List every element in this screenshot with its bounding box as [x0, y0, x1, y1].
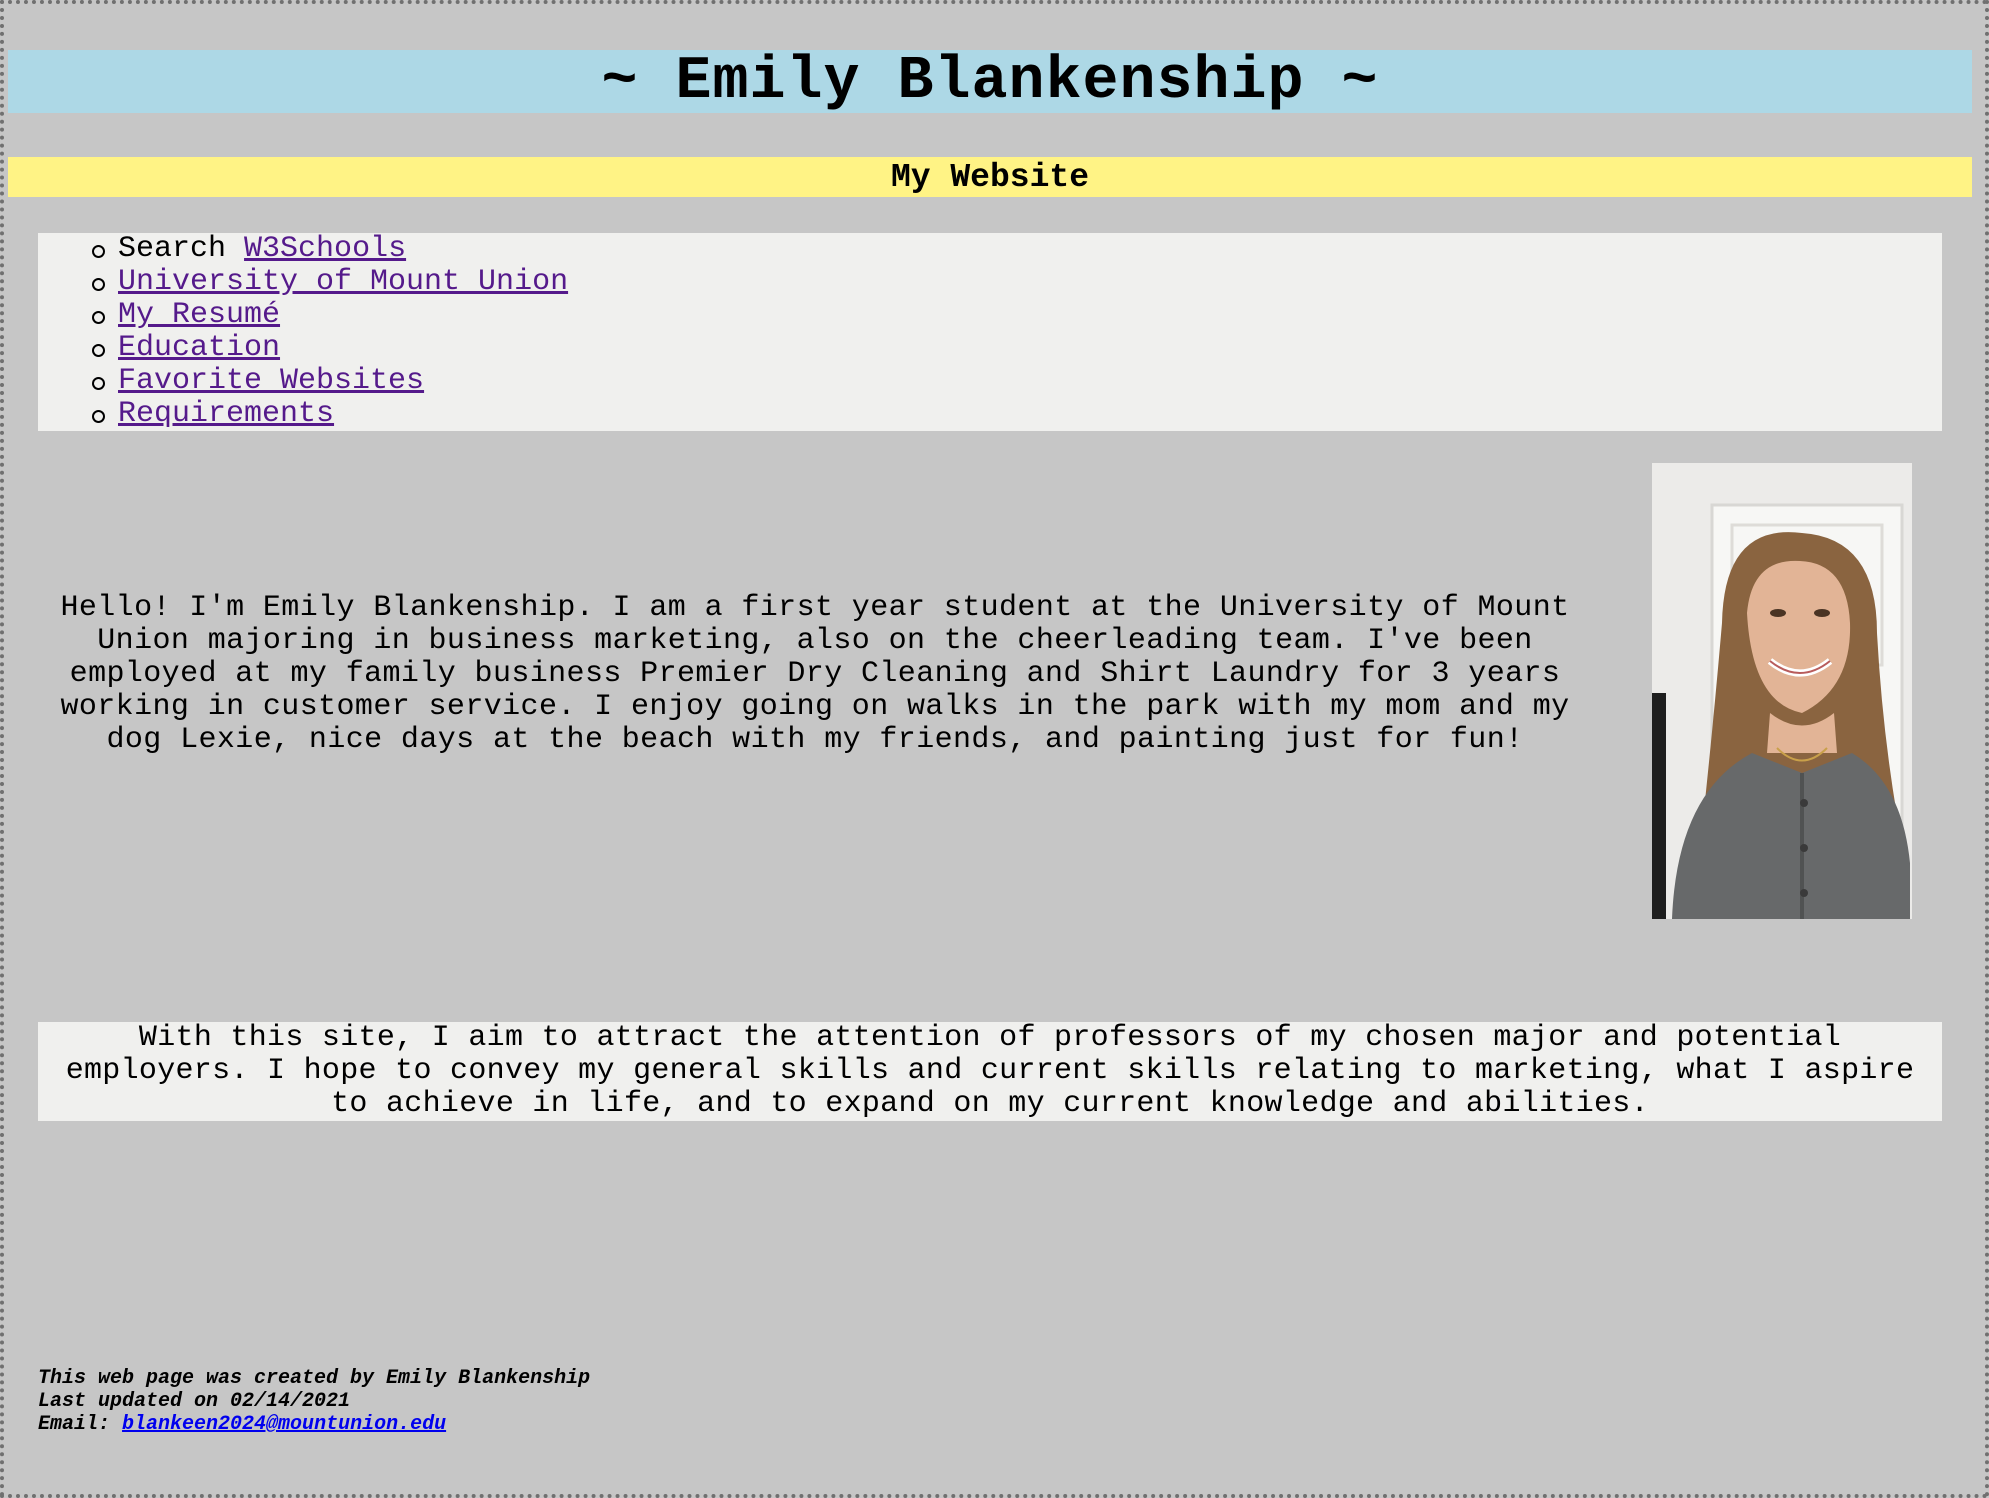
- link-requirements[interactable]: Requirements: [118, 397, 334, 431]
- aim-paragraph: With this site, I aim to attract the att…: [65, 1021, 1915, 1121]
- page-title: ~ Emily Blankenship ~: [601, 47, 1379, 116]
- link-favorite-websites[interactable]: Favorite Websites: [118, 364, 424, 398]
- nav-menu: Search W3Schools University of Mount Uni…: [38, 233, 1942, 431]
- link-resume[interactable]: My Resumé: [118, 298, 280, 332]
- link-w3schools[interactable]: W3Schools: [244, 232, 406, 266]
- link-mount-union[interactable]: University of Mount Union: [118, 265, 568, 299]
- page-subtitle: My Website: [890, 158, 1090, 196]
- footer: This web page was created by Emily Blank…: [38, 1367, 590, 1436]
- nav-item-favorite-websites: Favorite Websites: [92, 364, 1942, 398]
- profile-photo: [1652, 463, 1912, 921]
- aim-section: With this site, I aim to attract the att…: [38, 1022, 1942, 1121]
- footer-last-updated: Last updated on 02/14/2021: [38, 1390, 351, 1413]
- nav-list: Search W3Schools University of Mount Uni…: [38, 233, 1942, 431]
- link-education[interactable]: Education: [118, 331, 280, 365]
- footer-email-line: Email: blankeen2024@mountunion.edu: [38, 1413, 590, 1436]
- nav-item-requirements: Requirements: [92, 397, 1942, 431]
- portrait-image: [1652, 463, 1912, 921]
- nav-item-resume: My Resumé: [92, 298, 1942, 332]
- nav-item-education: Education: [92, 331, 1942, 365]
- title-banner: ~ Emily Blankenship ~: [8, 47, 1972, 116]
- footer-created-by: This web page was created by Emily Blank…: [38, 1367, 591, 1390]
- nav-item-w3schools: Search W3Schools: [92, 232, 1942, 266]
- footer-email-link[interactable]: blankeen2024@mountunion.edu: [122, 1413, 446, 1436]
- footer-email-label: Email:: [38, 1413, 111, 1436]
- search-label: Search: [118, 232, 227, 266]
- intro-paragraph: Hello! I'm Emily Blankenship. I am a fir…: [60, 591, 1570, 757]
- nav-item-mount-union: University of Mount Union: [92, 265, 1942, 299]
- subtitle-banner: My Website: [8, 157, 1972, 197]
